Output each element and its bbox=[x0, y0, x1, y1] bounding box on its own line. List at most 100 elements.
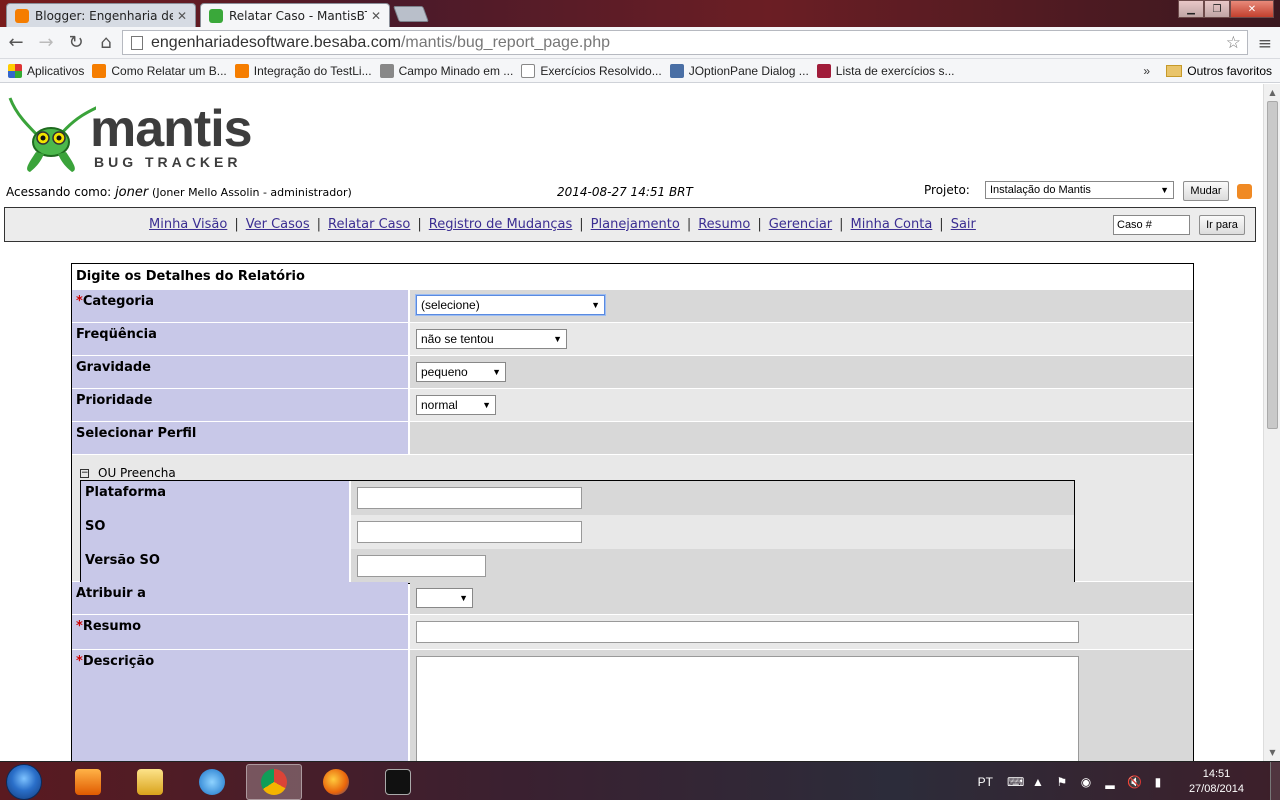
menu-manage[interactable]: Gerenciar bbox=[769, 217, 832, 232]
priority-select[interactable]: normal ▼ bbox=[416, 395, 496, 415]
menu-changelog[interactable]: Registro de Mudanças bbox=[429, 217, 573, 232]
language-indicator[interactable]: PT bbox=[978, 775, 993, 789]
action-center-flag-icon[interactable]: ⚑ bbox=[1055, 775, 1069, 789]
menu-my-account[interactable]: Minha Conta bbox=[851, 217, 933, 232]
custom-profile-area: − OU Preencha Plataforma SO Versão SO bbox=[72, 455, 1193, 584]
go-to-issue-button[interactable]: Ir para bbox=[1199, 215, 1245, 235]
forward-icon[interactable]: → bbox=[32, 29, 60, 57]
frequency-select[interactable]: não se tentou ▼ bbox=[416, 329, 567, 349]
os-input[interactable] bbox=[357, 521, 582, 543]
bookmark-item[interactable]: Exercícios Resolvido... bbox=[521, 63, 662, 78]
summary-row: *Resumo bbox=[72, 615, 1193, 649]
taskbar-media-player[interactable] bbox=[60, 764, 116, 800]
category-row: *Categoria (selecione) ▼ bbox=[72, 290, 1193, 322]
blogger-icon bbox=[15, 8, 29, 23]
home-icon[interactable]: ⌂ bbox=[92, 29, 120, 57]
close-window-icon[interactable]: ✕ bbox=[1230, 0, 1274, 18]
bookmark-item[interactable]: JOptionPane Dialog ... bbox=[669, 63, 809, 78]
bookmark-item[interactable]: Integração do TestLi... bbox=[234, 63, 372, 78]
volume-muted-icon[interactable]: 🔇 bbox=[1127, 775, 1142, 789]
bookmark-item[interactable]: Como Relatar um B... bbox=[92, 63, 227, 78]
category-select[interactable]: (selecione) ▼ bbox=[416, 295, 605, 315]
taskbar-chrome[interactable] bbox=[246, 764, 302, 800]
show-desktop-button[interactable] bbox=[1270, 762, 1280, 800]
page-viewport: mantis BUG TRACKER Acessando como: joner… bbox=[0, 84, 1263, 761]
menu-view-issues[interactable]: Ver Casos bbox=[246, 217, 310, 232]
user-detail: (Joner Mello Assolin - administrador) bbox=[152, 186, 352, 199]
scroll-down-icon[interactable]: ▼ bbox=[1264, 744, 1280, 761]
avast-icon[interactable]: ◉ bbox=[1079, 775, 1093, 789]
os-version-input[interactable] bbox=[357, 555, 486, 577]
media-player-icon bbox=[75, 769, 101, 795]
page-icon bbox=[131, 35, 143, 50]
firefox-icon bbox=[323, 769, 349, 795]
bookmark-star-icon[interactable]: ☆ bbox=[1226, 33, 1241, 53]
network-icon[interactable]: ▂ bbox=[1103, 775, 1117, 789]
taskbar-cmd[interactable] bbox=[370, 764, 426, 800]
other-bookmarks[interactable]: Outros favoritos bbox=[1166, 64, 1272, 78]
severity-row: Gravidade pequeno ▼ bbox=[72, 356, 1193, 388]
platform-input[interactable] bbox=[357, 487, 582, 509]
change-project-button[interactable]: Mudar bbox=[1183, 181, 1229, 201]
more-bookmarks-chevron[interactable]: » bbox=[1143, 64, 1150, 78]
close-tab-icon[interactable]: ✕ bbox=[371, 9, 381, 23]
url-text: engenhariadesoftware.besaba.com/mantis/b… bbox=[151, 33, 610, 51]
menu-summary[interactable]: Resumo bbox=[698, 217, 750, 232]
new-tab-button[interactable] bbox=[393, 6, 429, 22]
dropdown-arrow-icon: ▼ bbox=[492, 367, 501, 377]
collapse-icon: − bbox=[80, 467, 89, 478]
blogger-icon bbox=[234, 63, 249, 78]
taskbar-ie[interactable] bbox=[184, 764, 240, 800]
or-fill-toggle[interactable]: − OU Preencha bbox=[80, 466, 176, 480]
keyboard-icon[interactable]: ⌨ bbox=[1007, 775, 1024, 789]
taskbar-explorer[interactable] bbox=[122, 764, 178, 800]
scrollbar-thumb[interactable] bbox=[1267, 101, 1278, 429]
menu-logout[interactable]: Sair bbox=[951, 217, 976, 232]
tab-mantis[interactable]: Relatar Caso - MantisBT ✕ bbox=[200, 3, 390, 27]
description-textarea[interactable] bbox=[416, 656, 1079, 761]
reload-icon[interactable]: ↻ bbox=[62, 29, 90, 57]
frequency-row: Freqüência não se tentou ▼ bbox=[72, 323, 1193, 355]
back-icon[interactable]: ← bbox=[2, 29, 30, 57]
power-icon[interactable]: ▮ bbox=[1151, 775, 1165, 789]
project-select[interactable]: Instalação do Mantis ▼ bbox=[985, 181, 1174, 199]
scroll-up-icon[interactable]: ▲ bbox=[1264, 84, 1280, 101]
menu-report-issue[interactable]: Relatar Caso bbox=[328, 217, 410, 232]
command-prompt-icon bbox=[385, 769, 411, 795]
start-button[interactable] bbox=[6, 764, 42, 800]
main-menu: Minha Visão | Ver Casos | Relatar Caso | Regis… bbox=[4, 207, 1256, 242]
dropdown-arrow-icon: ▼ bbox=[1160, 185, 1169, 195]
address-bar[interactable]: engenhariadesoftware.besaba.com/mantis/b… bbox=[122, 30, 1248, 55]
taskbar-firefox[interactable] bbox=[308, 764, 364, 800]
summary-input[interactable] bbox=[416, 621, 1079, 643]
server-datetime: 2014-08-27 14:51 BRT bbox=[557, 185, 693, 199]
apps-icon bbox=[8, 63, 22, 78]
issue-number-input[interactable]: Caso # bbox=[1113, 215, 1190, 235]
dropdown-arrow-icon: ▼ bbox=[591, 300, 600, 310]
tab-blogger[interactable]: Blogger: Engenharia de So ✕ bbox=[6, 3, 196, 27]
internet-explorer-icon bbox=[199, 769, 225, 795]
page-icon bbox=[521, 63, 536, 78]
assign-select[interactable]: ▼ bbox=[416, 588, 473, 608]
rss-icon[interactable] bbox=[1237, 184, 1252, 199]
dropdown-arrow-icon: ▼ bbox=[482, 400, 491, 410]
username: joner bbox=[115, 185, 149, 200]
platform-row: Plataforma bbox=[81, 481, 1074, 515]
mantis-insect-icon bbox=[8, 97, 96, 172]
severity-select[interactable]: pequeno ▼ bbox=[416, 362, 506, 382]
menu-roadmap[interactable]: Planejamento bbox=[591, 217, 680, 232]
show-hidden-icons[interactable]: ▲ bbox=[1031, 775, 1045, 789]
chrome-menu-icon[interactable]: ≡ bbox=[1258, 34, 1272, 54]
close-tab-icon[interactable]: ✕ bbox=[177, 9, 187, 23]
bookmark-apps[interactable]: Aplicativos bbox=[8, 63, 84, 78]
blogger-icon bbox=[92, 63, 107, 78]
bookmark-item[interactable]: Campo Minado em ... bbox=[379, 63, 513, 78]
menu-my-view[interactable]: Minha Visão bbox=[149, 217, 227, 232]
clock[interactable]: 14:51 27/08/2014 bbox=[1189, 767, 1244, 797]
mantis-logo[interactable]: mantis BUG TRACKER bbox=[6, 94, 253, 174]
bookmark-item[interactable]: Lista de exercícios s... bbox=[816, 63, 955, 78]
chrome-icon bbox=[261, 769, 287, 795]
restore-icon[interactable]: ❐ bbox=[1204, 0, 1230, 18]
minimize-icon[interactable]: ▁ bbox=[1178, 0, 1204, 18]
page-scrollbar[interactable]: ▲ ▼ bbox=[1263, 84, 1280, 761]
